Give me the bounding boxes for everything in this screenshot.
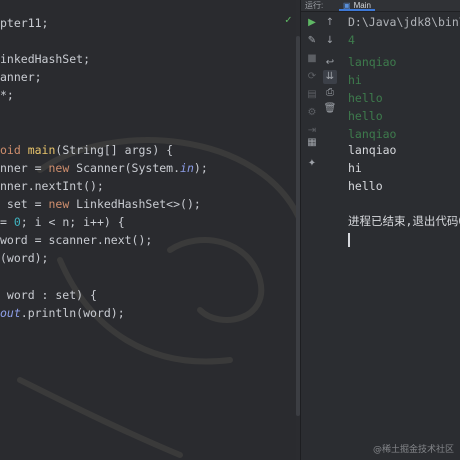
scroll-up-icon[interactable]: ↑ xyxy=(323,16,337,30)
code-token: anner; xyxy=(0,70,42,85)
code-token: new xyxy=(48,197,77,211)
console-path: D:\Java\jdk8\bin\ xyxy=(348,15,460,29)
code-token: .println(word); xyxy=(20,305,125,320)
code-line: inkedHashSet; xyxy=(0,50,90,68)
pin-icon[interactable]: ✦ xyxy=(305,157,319,171)
settings-icon[interactable]: ⚙ xyxy=(305,106,319,120)
code-token: word = scanner.next(); xyxy=(0,233,153,248)
scroll-to-end-icon[interactable]: ⇊ xyxy=(323,70,337,84)
console-input-line: lanqiao xyxy=(348,55,397,69)
console-input-line: 4 xyxy=(348,33,355,47)
code-token: pter11; xyxy=(0,16,49,30)
code-token: out xyxy=(0,305,21,320)
code-line: nner.nextInt(); xyxy=(0,177,104,195)
code-token: Scanner(System. xyxy=(76,160,181,175)
dump-threads-icon[interactable]: ▤ xyxy=(305,88,319,102)
console-input-line: hi xyxy=(348,73,362,87)
code-line: word : set) { xyxy=(0,286,97,304)
code-token: 0 xyxy=(13,215,21,230)
run-header: 运行: ▣ Main xyxy=(301,0,460,12)
watermark: @稀土掘金技术社区 xyxy=(372,445,454,455)
console-input-line: hello xyxy=(348,109,383,123)
stop-icon[interactable]: ■ xyxy=(305,52,319,66)
code-line: oid main(String[] args) { xyxy=(0,141,173,159)
trash-icon[interactable]: 🗑 xyxy=(323,102,337,116)
tab-main[interactable]: ▣ Main xyxy=(339,0,375,11)
rerun-icon[interactable]: ▶ xyxy=(305,16,319,30)
code-line: word = scanner.next(); xyxy=(0,231,152,249)
code-token: *; xyxy=(0,88,14,103)
code-token: = xyxy=(0,215,14,230)
process-exit-message: 进程已结束,退出代码0 xyxy=(348,214,460,228)
console-output-line: hello xyxy=(348,179,383,193)
code-line: pter11; xyxy=(0,14,48,32)
run-label: 运行: xyxy=(305,1,324,10)
check-icon: ✓ xyxy=(285,13,292,26)
code-token: word : set) { xyxy=(0,287,97,302)
tab-main-label: Main xyxy=(353,1,371,10)
soft-wrap-icon[interactable]: ↩ xyxy=(323,56,337,70)
code-line: anner; xyxy=(0,68,42,86)
console-actions-toolbar: ↑ ↓ ↩ ⇊ ⎙ 🗑 xyxy=(321,12,339,460)
code-line: (word); xyxy=(0,249,48,267)
run-config-icon: ▣ xyxy=(343,1,351,10)
code-token: ); xyxy=(193,160,208,175)
code-token: ; i < n; i++) { xyxy=(20,215,125,230)
code-editor[interactable]: pter11; inkedHashSet; anner; *; oid main(Str… xyxy=(0,0,296,460)
wrench-icon[interactable]: ✎ xyxy=(305,34,319,48)
code-token: nner.nextInt(); xyxy=(0,178,104,193)
console-input-line: hello xyxy=(348,91,383,105)
code-token: LinkedHashSet<>(); xyxy=(76,197,201,211)
code-token: (word); xyxy=(0,251,49,266)
code-line: nner = new Scanner(System.in); xyxy=(0,159,208,177)
scroll-down-icon[interactable]: ↓ xyxy=(323,34,337,48)
code-token: inkedHashSet; xyxy=(0,52,91,67)
restore-layout-icon[interactable]: ⟳ xyxy=(305,70,319,84)
code-token: main xyxy=(27,142,56,157)
code-token: oid xyxy=(0,142,28,157)
console-output[interactable]: D:\Java\jdk8\bin\ 4 lanqiao hi hello hel… xyxy=(338,12,460,460)
code-token: set = xyxy=(0,197,49,211)
code-token: nner = xyxy=(0,160,49,175)
code-line: set = new LinkedHashSet<>(); xyxy=(0,195,201,213)
print-icon[interactable]: ⎙ xyxy=(323,86,337,100)
code-line: *; xyxy=(0,86,14,104)
code-token: (String[] args) { xyxy=(55,142,174,157)
layout-icon[interactable]: ▦ xyxy=(305,136,319,150)
code-token: new xyxy=(48,160,77,175)
console-output-line: lanqiao xyxy=(348,143,397,157)
code-line: out.println(word); xyxy=(0,304,125,322)
console-output-line: hi xyxy=(348,161,362,175)
run-actions-toolbar: ▶ ✎ ■ ⟳ ▤ ⚙ ⇥ ▦ ✦ xyxy=(303,12,321,460)
text-caret xyxy=(348,233,350,247)
code-token: in xyxy=(180,160,194,175)
code-line: = 0; i < n; i++) { xyxy=(0,213,125,231)
